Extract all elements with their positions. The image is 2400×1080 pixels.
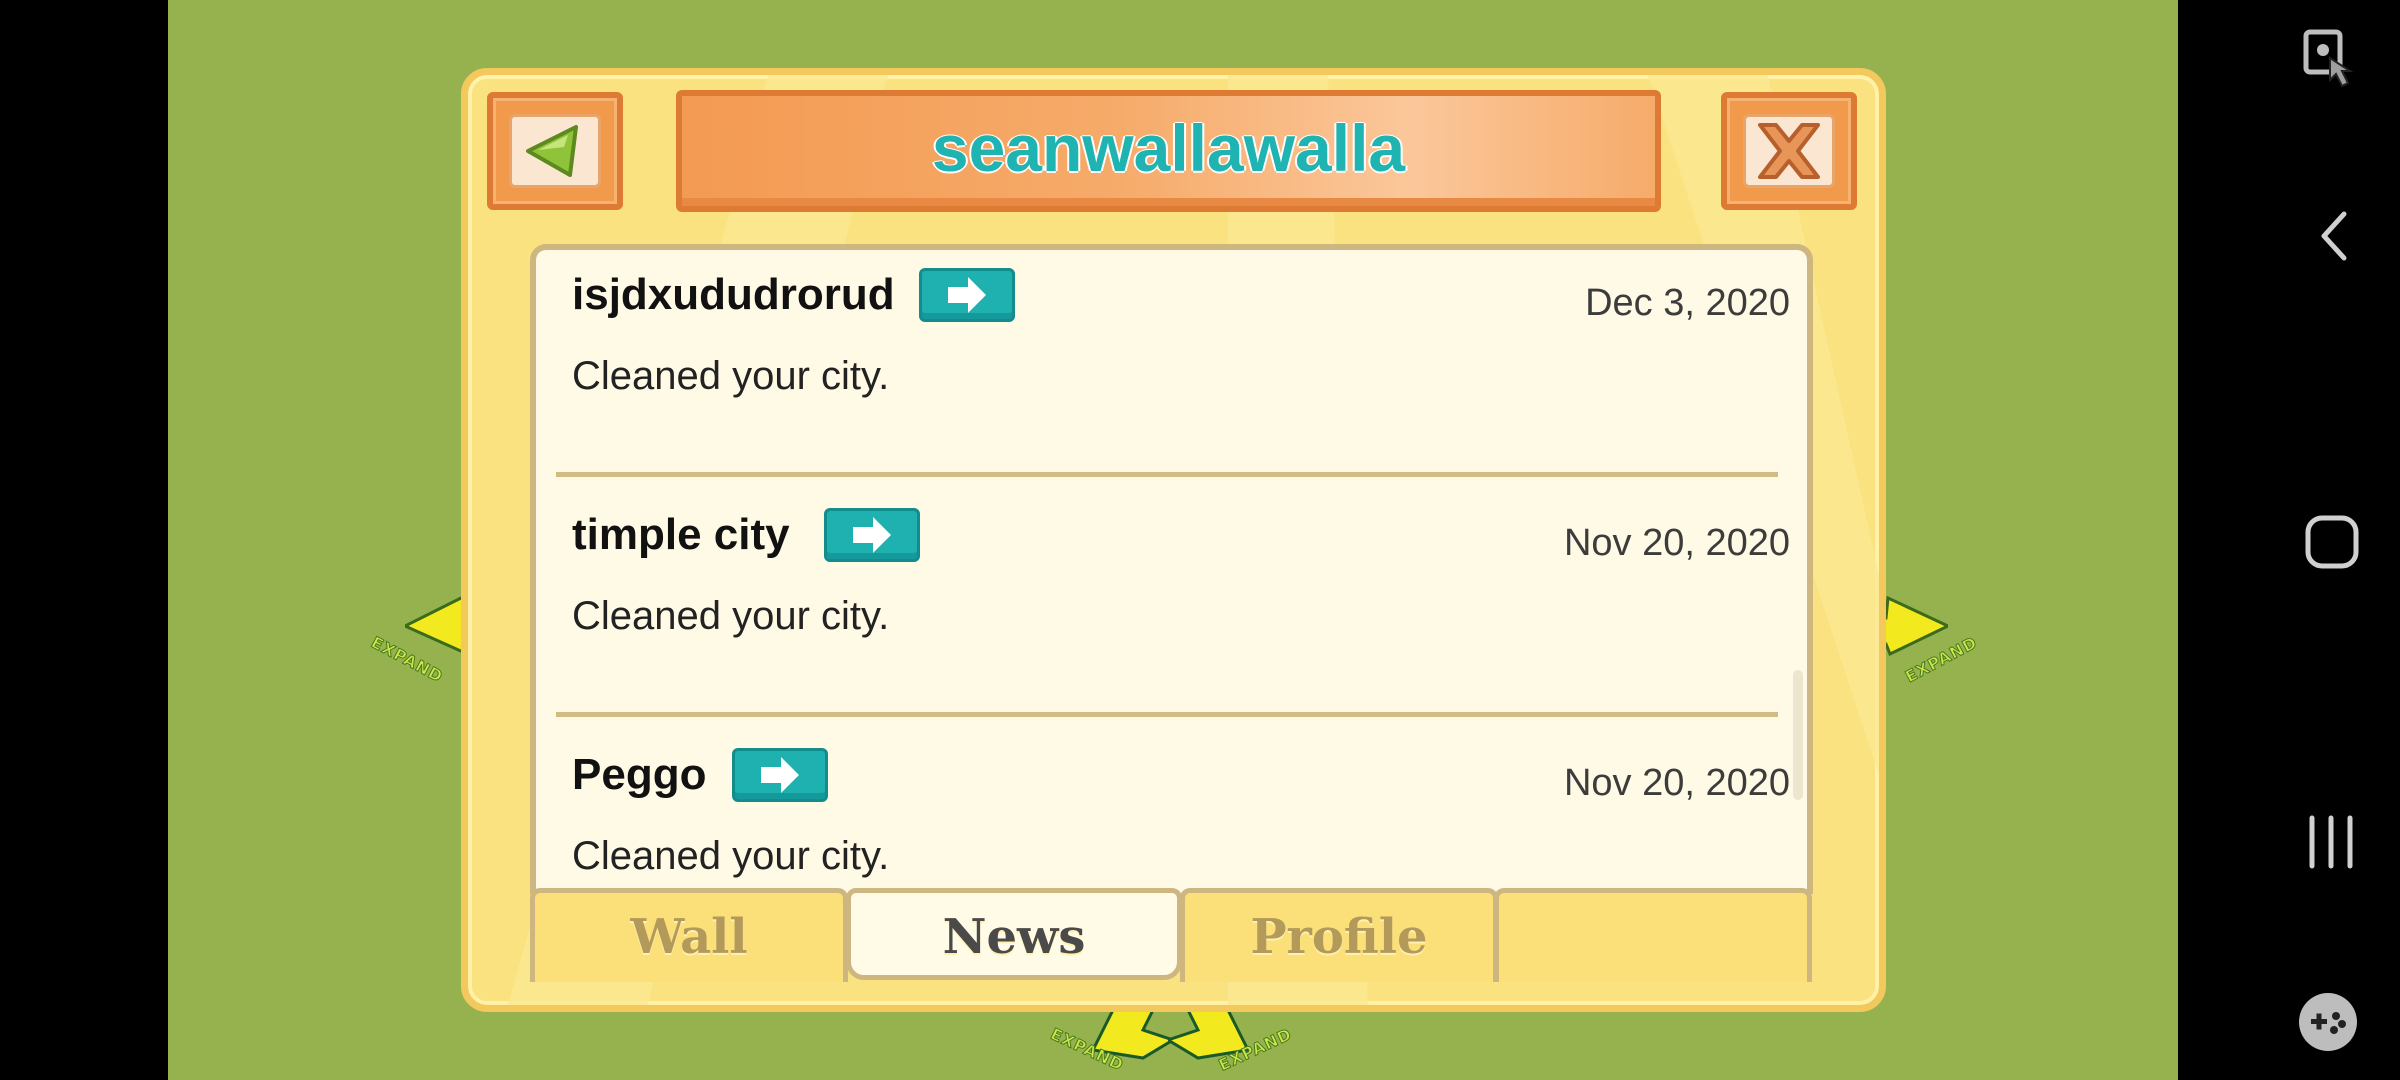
entry-date: Dec 3, 2020 — [1585, 282, 1790, 324]
divider — [556, 472, 1778, 477]
left-black-bar — [0, 0, 168, 1080]
arrow-right-icon — [761, 757, 799, 793]
entry-name[interactable]: isjdxududrorud — [572, 270, 895, 320]
visit-button[interactable] — [824, 508, 920, 562]
tab-label: Wall — [630, 909, 748, 965]
entry-message: Cleaned your city. — [572, 354, 890, 398]
arrow-right-icon — [948, 277, 986, 313]
arrow-right-icon — [853, 517, 891, 553]
tab-profile[interactable]: Profile — [1180, 888, 1498, 982]
entry-message: Cleaned your city. — [572, 834, 890, 878]
back-button[interactable] — [487, 92, 623, 210]
tab-label: Profile — [1250, 909, 1428, 965]
tab-wall[interactable]: Wall — [530, 888, 848, 982]
game-area: EXPAND EXPAND EXPAND EXPAND seanwallawal… — [168, 0, 2178, 1080]
news-list[interactable]: isjdxududrorud Dec 3, 2020 Cleaned your … — [530, 244, 1813, 894]
entry-date: Nov 20, 2020 — [1563, 522, 1790, 564]
list-item: Peggo Nov 20, 2020 Cleaned your city. — [572, 748, 1790, 894]
tab-news[interactable]: News — [846, 888, 1182, 980]
close-button[interactable] — [1721, 92, 1857, 210]
title-banner: seanwallawalla — [676, 90, 1661, 212]
entry-name[interactable]: timple city — [572, 510, 790, 560]
game-controller-icon[interactable] — [2296, 990, 2360, 1054]
tab-label: News — [942, 909, 1086, 965]
entry-date: Nov 20, 2020 — [1563, 762, 1790, 804]
visit-button[interactable] — [919, 268, 1015, 322]
entry-name[interactable]: Peggo — [572, 750, 706, 800]
back-button-face — [509, 114, 601, 188]
back-chevron-icon[interactable] — [2314, 208, 2354, 264]
triangle-left-icon — [526, 125, 578, 177]
home-icon[interactable] — [2302, 512, 2362, 572]
screen-lock-icon[interactable] — [2302, 28, 2358, 90]
system-nav-bar — [2178, 0, 2400, 1080]
divider — [556, 712, 1778, 717]
scrollbar[interactable] — [1793, 670, 1803, 800]
visit-button[interactable] — [732, 748, 828, 802]
page-title: seanwallawalla — [931, 111, 1406, 185]
close-button-face — [1743, 114, 1835, 188]
entry-message: Cleaned your city. — [572, 594, 890, 638]
x-icon — [1758, 123, 1820, 179]
recents-icon[interactable] — [2304, 814, 2358, 870]
tab-blank[interactable] — [1494, 888, 1812, 982]
